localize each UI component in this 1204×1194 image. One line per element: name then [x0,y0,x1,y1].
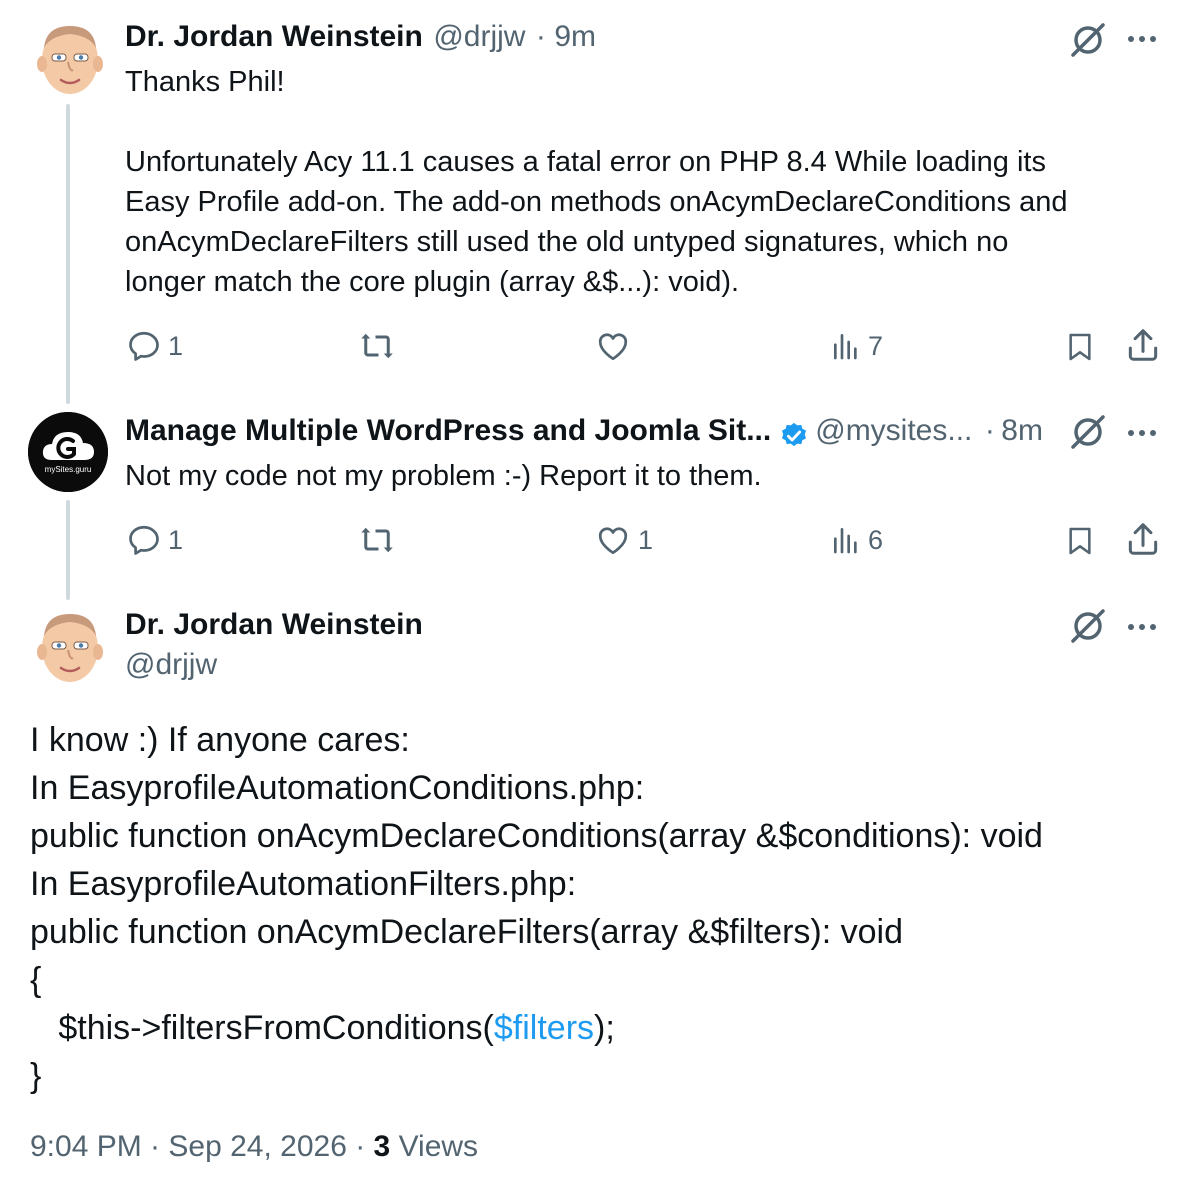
more-icon[interactable] [1124,612,1160,647]
separator: · [535,20,546,53]
body-line: { [30,961,42,999]
tweet-body: Not my code not my problem :-) Report it… [125,456,1165,496]
cashtag-link[interactable]: $filters [494,1009,594,1047]
like-button[interactable] [594,328,638,364]
avatar[interactable]: mySites.guru [28,412,108,492]
timestamp[interactable]: 9m [554,20,596,53]
body-line: } [30,1057,42,1095]
like-icon [598,333,628,361]
body-line: Not my code not my problem :-) Report it… [125,460,762,492]
timestamp[interactable]: 8m [1001,414,1043,447]
grok-icon[interactable] [1068,20,1108,65]
views-icon [834,334,857,360]
code-prefix: $this->filtersFromConditions( [30,1009,494,1047]
share-icon [1128,329,1158,361]
body-line: public function onAcymDeclareConditions(… [30,817,1043,855]
repost-button[interactable] [358,522,402,558]
tweet-header: Manage Multiple WordPress and Joomla Sit… [125,414,1043,451]
share-button[interactable] [1124,326,1162,364]
repost-icon [361,527,393,553]
views-button[interactable]: 7 [830,328,883,364]
body-line: I know :) If anyone cares: [30,721,410,759]
like-count: 1 [638,524,654,555]
bookmark-icon [1069,527,1091,555]
thread-line-2 [66,500,70,600]
reply-icon [129,331,159,361]
bookmark-icon [1069,333,1091,361]
more-icon[interactable] [1124,24,1160,59]
body-line: In EasyprofileAutomationFilters.php: [30,865,577,903]
body-line: Unfortunately Acy 11.1 causes a fatal er… [125,146,1046,178]
like-icon [598,527,628,555]
author-name[interactable]: Manage Multiple WordPress and Joomla Sit… [125,414,771,447]
code-suffix: ); [594,1009,615,1047]
avatar[interactable] [30,18,110,98]
logo-text: mySites.guru [45,465,92,474]
grok-icon[interactable] [1068,412,1108,457]
body-line: In EasyprofileAutomationConditions.php: [30,769,645,807]
views-icon [834,528,857,554]
bookmark-button[interactable] [1064,328,1096,366]
separator: · [984,414,995,447]
reply-icon [129,525,159,555]
views-label: Views [390,1130,479,1163]
code-line: $this->filtersFromConditions($filters); [30,1004,1043,1052]
author-handle[interactable]: @drjjw [125,648,217,682]
views-count: 3 [373,1130,391,1163]
post-timestamp[interactable]: 9:04 PM · Sep 24, 2026 · [30,1130,374,1163]
body-line [125,102,1165,142]
body-line: public function onAcymDeclareFilters(arr… [30,913,903,951]
thread-line-1 [66,104,70,404]
tweet-body: Thanks Phil! Unfortunately Acy 11.1 caus… [125,62,1165,302]
verified-badge-icon [782,422,807,446]
reply-count: 1 [168,330,184,361]
bookmark-button[interactable] [1064,522,1096,560]
body-line: Thanks Phil! [125,66,285,98]
share-icon [1128,523,1158,555]
author-handle[interactable]: @mysites... [815,414,972,447]
grok-icon[interactable] [1068,606,1108,651]
avatar-face-icon [30,18,110,98]
views-count: 7 [868,330,884,361]
body-line: Easy Profile add-on. The add-on methods … [125,186,1068,218]
tweet-header: Dr. Jordan Weinstein @drjjw · 9m [125,20,596,54]
avatar-face-icon [30,606,110,686]
share-button[interactable] [1124,520,1162,558]
reply-button[interactable]: 1 [126,328,183,364]
body-line: longer match the core plugin (array &$..… [125,266,740,298]
author-handle[interactable]: @drjjw [433,20,525,53]
body-line: onAcymDeclareFilters still used the old … [125,226,1009,258]
author-name[interactable]: Dr. Jordan Weinstein [125,608,423,642]
author-name[interactable]: Dr. Jordan Weinstein [125,20,423,53]
reply-count: 1 [168,524,184,555]
reply-button[interactable]: 1 [126,522,183,558]
views-button[interactable]: 6 [830,522,883,558]
main-tweet-body: I know :) If anyone cares: In Easyprofile… [30,716,1043,1100]
more-icon[interactable] [1124,418,1160,453]
views-count: 6 [868,524,884,555]
repost-button[interactable] [358,328,402,364]
tweet-meta: 9:04 PM · Sep 24, 2026 · 3 Views [30,1130,478,1164]
repost-icon [361,333,393,359]
mysites-logo-icon: mySites.guru [28,412,108,492]
like-button[interactable]: 1 [594,522,653,558]
avatar[interactable] [30,606,110,686]
